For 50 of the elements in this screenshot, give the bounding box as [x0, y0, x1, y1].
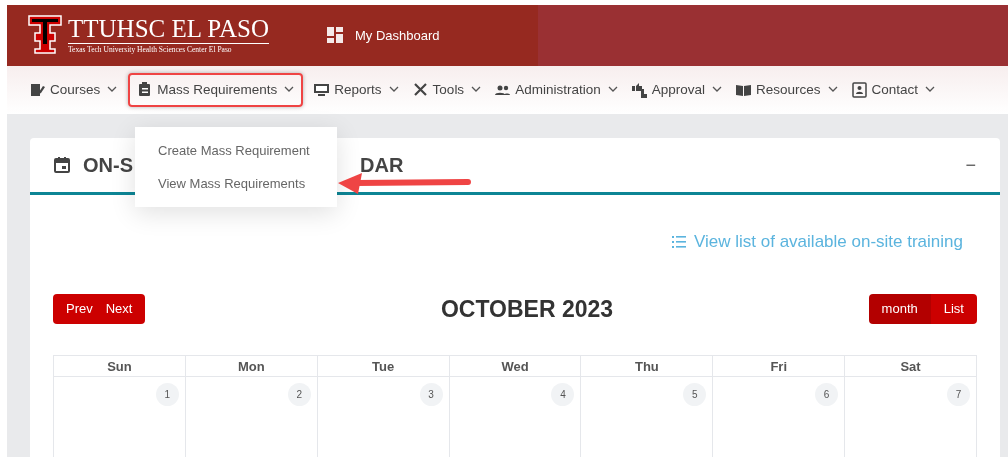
weekday-header: Fri — [713, 356, 846, 377]
nav-menu-item[interactable]: Courses — [27, 72, 121, 107]
chevron-down-icon — [284, 86, 295, 94]
nav-menu-item[interactable]: Administration — [492, 72, 621, 107]
dropdown-item[interactable]: Create Mass Requirement — [158, 140, 310, 160]
chevron-down-icon — [107, 86, 118, 94]
day-number: 3 — [419, 383, 443, 406]
weekday-header: Sat — [845, 356, 977, 377]
card-title: DAR — [360, 153, 404, 178]
double-t-logo-icon — [28, 15, 62, 56]
day-number: 5 — [683, 383, 707, 406]
weekday-header: Tue — [317, 356, 450, 377]
collapse-button[interactable]: − — [965, 151, 976, 179]
weekday-header: Mon — [185, 356, 318, 377]
nav-menu-item[interactable]: Resources — [732, 72, 841, 107]
contact-card-icon — [851, 81, 867, 98]
day-number: 6 — [815, 383, 839, 406]
weekday-header: Sun — [54, 356, 186, 377]
day-number: 2 — [287, 383, 311, 406]
day-number: 4 — [551, 383, 575, 406]
dropdown-item[interactable]: View Mass Requirements — [158, 174, 306, 194]
nav-menu-item[interactable]: Tools — [409, 72, 485, 107]
weekday-header: Wed — [449, 356, 582, 377]
list-icon — [672, 234, 686, 249]
monitor-icon — [314, 81, 330, 98]
chevron-down-icon — [471, 86, 482, 94]
pencil-note-icon — [30, 81, 45, 98]
chevron-down-icon — [607, 86, 618, 94]
calendar-icon — [54, 157, 70, 173]
prev-button[interactable]: Prev — [53, 293, 105, 324]
chevron-down-icon — [711, 86, 722, 94]
dashboard-icon — [326, 27, 343, 44]
weekday-header: Thu — [581, 356, 714, 377]
dashboard-link[interactable]: My Dashboard — [326, 25, 440, 46]
nav-menu-item[interactable]: Reports — [311, 72, 402, 107]
view-toggle-button[interactable]: List — [930, 293, 977, 324]
chevron-down-icon — [925, 86, 936, 94]
chevron-down-icon — [388, 86, 399, 94]
clipboard-icon — [137, 81, 153, 98]
card-title: ON-S — [83, 153, 133, 178]
day-number: 7 — [947, 383, 970, 406]
next-button[interactable]: Next — [104, 293, 146, 324]
nav-menu-item[interactable]: Mass Requirements — [128, 72, 304, 107]
nav-menu-item[interactable]: Contact — [848, 72, 939, 107]
month-title: OCTOBER 2023 — [440, 294, 614, 324]
nav-menu-item[interactable]: Approval — [628, 72, 725, 107]
view-toggle-button[interactable]: month — [868, 293, 931, 324]
logo-title: TTUHSC EL PASO — [68, 15, 269, 44]
chevron-down-icon — [827, 86, 838, 94]
day-number: 1 — [155, 383, 179, 406]
